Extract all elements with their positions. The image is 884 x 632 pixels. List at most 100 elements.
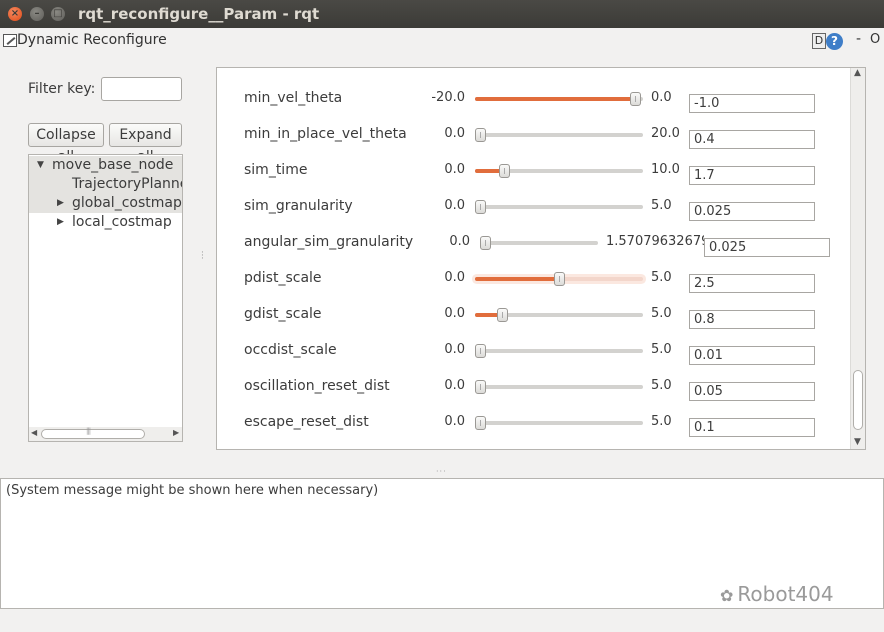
param-name: min_in_place_vel_theta (244, 126, 407, 142)
window-title: rqt_reconfigure__Param - rqt (78, 5, 320, 23)
param-name: gdist_scale (244, 306, 322, 322)
tree-item-label: global_costmap (72, 195, 182, 211)
param-slider[interactable] (475, 380, 643, 394)
scroll-left-icon[interactable]: ◀ (31, 428, 37, 437)
param-slider-handle[interactable] (475, 344, 486, 358)
param-slider[interactable] (475, 200, 643, 214)
parameters-panel: min_vel_theta -20.0 0.0 -1.0 min_in_place_ve… (216, 67, 866, 450)
filter-key-label: Filter key: (28, 81, 96, 97)
param-slider-handle[interactable] (475, 128, 486, 142)
param-min-value: 0.0 (444, 342, 465, 357)
scroll-down-icon[interactable]: ▼ (854, 437, 861, 447)
param-value-input[interactable]: 0.025 (704, 238, 830, 257)
minimize-window-button[interactable]: – (30, 7, 44, 21)
options-plugin-button[interactable]: O (870, 32, 880, 47)
window-titlebar: × – □ rqt_reconfigure__Param - rqt (0, 0, 884, 28)
collapsed-arrow-icon[interactable]: ▶ (57, 194, 64, 213)
param-min-value: 0.0 (444, 126, 465, 141)
param-name: angular_sim_granularity (244, 234, 414, 250)
scroll-thumb[interactable] (41, 427, 145, 439)
param-slider-handle[interactable] (554, 272, 565, 286)
tree-horizontal-scrollbar[interactable]: ◀ ▶ (29, 427, 182, 441)
param-min-value: 0.0 (444, 270, 465, 285)
system-message-text: (System message might be shown here when… (6, 483, 379, 498)
param-min-value: 0.0 (444, 378, 465, 393)
param-slider[interactable] (475, 164, 643, 178)
param-slider-handle[interactable] (480, 236, 491, 250)
param-slider[interactable] (480, 236, 598, 250)
param-max-value: 5.0 (651, 414, 672, 429)
param-row-sim-granularity: sim_granularity 0.0 5.0 0.025 (217, 185, 853, 221)
param-slider[interactable] (475, 128, 643, 142)
plugin-title: Dynamic Reconfigure (17, 32, 167, 48)
param-min-value: 0.0 (444, 306, 465, 321)
param-max-value: 5.0 (651, 342, 672, 357)
param-value-input[interactable]: 0.4 (689, 130, 815, 149)
maximize-window-button[interactable]: □ (51, 7, 65, 21)
tree-item-label: move_base_node (52, 157, 174, 173)
param-row-escape-reset-dist: escape_reset_dist 0.0 5.0 0.1 (217, 401, 853, 437)
tree-item-trajectory-planner[interactable]: TrajectoryPlanne (29, 175, 182, 194)
vertical-splitter-handle[interactable]: · · · (201, 249, 204, 264)
watermark: ✿ Robot404 (720, 582, 834, 606)
param-row-gdist-scale: gdist_scale 0.0 5.0 0.8 (217, 293, 853, 329)
scroll-up-icon[interactable]: ▲ (854, 68, 861, 78)
param-slider-handle[interactable] (496, 308, 508, 322)
param-slider[interactable] (475, 308, 643, 322)
horizontal-splitter-handle[interactable]: ··· (436, 467, 447, 476)
plugin-header: Dynamic Reconfigure D ? - O (0, 28, 884, 54)
param-value-input[interactable]: 2.5 (689, 274, 815, 293)
param-slider[interactable] (475, 416, 643, 430)
param-value-input[interactable]: 0.1 (689, 418, 815, 437)
expanded-arrow-icon[interactable]: ▼ (37, 156, 44, 175)
param-value-input[interactable]: 0.025 (689, 202, 815, 221)
param-slider[interactable] (475, 272, 643, 286)
tree-item-global-costmap[interactable]: ▶ global_costmap (29, 194, 182, 213)
close-window-button[interactable]: × (8, 7, 22, 21)
param-slider-handle[interactable] (629, 92, 641, 106)
tree-item-move-base-node[interactable]: ▼ move_base_node (29, 156, 182, 175)
help-button[interactable]: ? (826, 33, 843, 50)
param-slider-handle[interactable] (475, 200, 486, 214)
scroll-track[interactable] (853, 80, 863, 366)
param-value-input[interactable]: -1.0 (689, 94, 815, 113)
tree-item-local-costmap[interactable]: ▶ local_costmap (29, 213, 182, 232)
scroll-thumb[interactable] (853, 370, 863, 430)
params-vertical-scrollbar[interactable]: ▲ ▼ (850, 68, 865, 449)
expand-all-button[interactable]: Expand all (109, 123, 182, 165)
param-slider[interactable] (475, 92, 643, 106)
param-row-oscillation-reset-dist: oscillation_reset_dist 0.0 5.0 0.05 (217, 365, 853, 401)
plugin-edit-icon (3, 34, 17, 47)
d-button[interactable]: D (812, 33, 826, 49)
param-max-value: 1.57079632679 (606, 234, 704, 249)
param-value-input[interactable]: 0.8 (689, 310, 815, 329)
param-row-min-in-place-vel-theta: min_in_place_vel_theta 0.0 20.0 0.4 (217, 113, 853, 149)
param-name: occdist_scale (244, 342, 337, 358)
param-min-value: 0.0 (444, 198, 465, 213)
param-name: min_vel_theta (244, 90, 343, 106)
param-value-input[interactable]: 1.7 (689, 166, 815, 185)
collapse-all-button[interactable]: Collapse all (28, 123, 104, 165)
param-min-value: 0.0 (444, 162, 465, 177)
param-max-value: 20.0 (651, 126, 680, 141)
tree-item-label: local_costmap (72, 214, 172, 230)
param-slider[interactable] (475, 344, 643, 358)
param-value-input[interactable]: 0.01 (689, 346, 815, 365)
param-row-min-vel-theta: min_vel_theta -20.0 0.0 -1.0 (217, 77, 853, 113)
param-slider-handle[interactable] (475, 380, 486, 394)
param-slider-fill (475, 97, 635, 101)
watermark-text: Robot404 (737, 582, 834, 606)
param-slider-handle[interactable] (498, 164, 510, 178)
scroll-right-icon[interactable]: ▶ (173, 428, 179, 437)
filter-key-input[interactable] (101, 77, 182, 101)
wechat-icon: ✿ (720, 586, 734, 605)
param-slider-fill (475, 277, 559, 281)
minimize-plugin-button[interactable]: - (856, 31, 861, 47)
param-value-input[interactable]: 0.05 (689, 382, 815, 401)
param-slider-handle[interactable] (475, 416, 486, 430)
param-row-angular-sim-granularity: angular_sim_granularity 0.0 1.57079632679 0… (217, 221, 853, 257)
param-row-occdist-scale: occdist_scale 0.0 5.0 0.01 (217, 329, 853, 365)
node-tree[interactable]: ▼ move_base_node TrajectoryPlanne ▶ glob… (28, 154, 183, 442)
collapsed-arrow-icon[interactable]: ▶ (57, 213, 64, 232)
param-name: sim_granularity (244, 198, 353, 214)
